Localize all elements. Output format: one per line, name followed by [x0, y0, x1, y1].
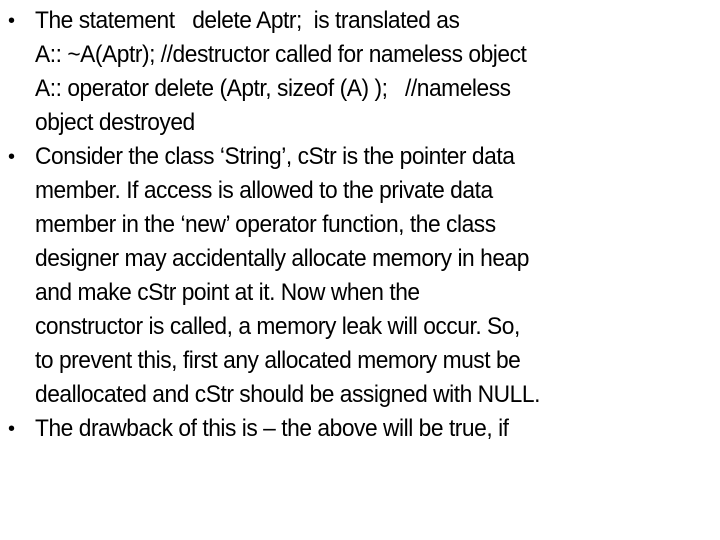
bullet-list: • The statement delete Aptr; is translat…	[0, 4, 720, 446]
bullet-text-line: Consider the class ‘String’, cStr is the…	[35, 143, 515, 170]
bullet-text-line: A:: operator delete (Aptr, sizeof (A) );…	[35, 75, 511, 102]
slide: • The statement delete Aptr; is translat…	[0, 0, 720, 540]
bullet-text-line: to prevent this, first any allocated mem…	[35, 347, 521, 374]
bullet-icon: •	[8, 146, 16, 168]
bullet-text-line: A:: ~A(Aptr); //destructor called for na…	[35, 41, 527, 68]
bullet-text-line: object destroyed	[35, 109, 195, 136]
bullet-icon: •	[8, 10, 16, 32]
bullet-text-line: member in the ‘new’ operator function, t…	[35, 211, 496, 238]
bullet-text-line: The drawback of this is – the above will…	[35, 415, 509, 442]
bullet-item-delete-translation: • The statement delete Aptr; is translat…	[0, 4, 720, 140]
bullet-text-line: constructor is called, a memory leak wil…	[35, 313, 520, 340]
bullet-text-line: member. If access is allowed to the priv…	[35, 177, 493, 204]
bullet-text-line: and make cStr point at it. Now when the	[35, 279, 420, 306]
bullet-text-line: deallocated and cStr should be assigned …	[35, 381, 540, 408]
bullet-item-drawback: • The drawback of this is – the above wi…	[0, 412, 720, 446]
bullet-item-string-class: • Consider the class ‘String’, cStr is t…	[0, 140, 720, 412]
bullet-text-line: The statement delete Aptr; is translated…	[35, 7, 460, 34]
bullet-text-line: designer may accidentally allocate memor…	[35, 245, 529, 272]
bullet-icon: •	[8, 418, 16, 440]
